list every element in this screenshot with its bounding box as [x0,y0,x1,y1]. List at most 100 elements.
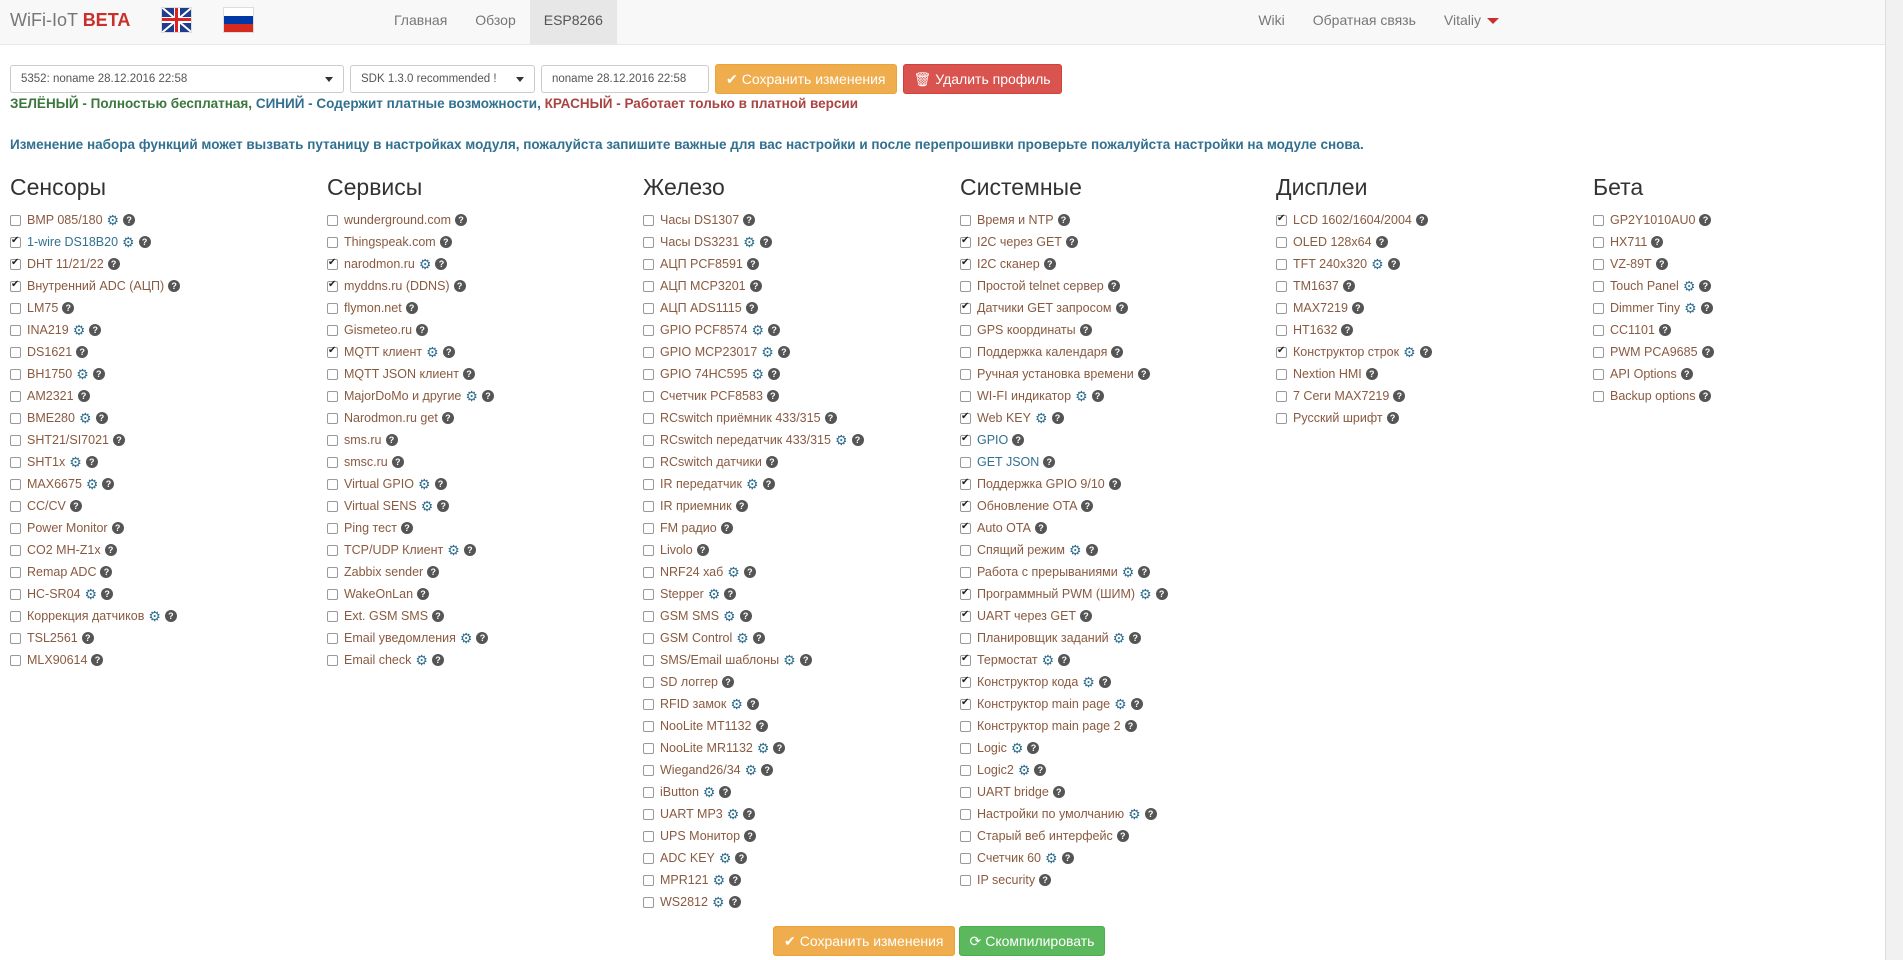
feature-item[interactable]: SD логгер? [643,671,953,693]
help-icon[interactable]: ? [138,236,151,248]
feature-item[interactable]: MLX90614? [10,649,320,671]
help-icon[interactable]: ? [1342,280,1355,292]
feature-checkbox[interactable] [327,478,338,490]
feature-label[interactable]: Wiegand26/34 [660,763,741,777]
help-icon[interactable]: ? [1699,390,1712,402]
feature-label[interactable]: MLX90614 [27,653,87,667]
feature-label[interactable]: Ping тест [344,521,397,535]
nav-overview[interactable]: Обзор [461,0,529,44]
help-icon[interactable]: ? [696,544,709,556]
feature-checkbox[interactable] [643,324,654,336]
feature-item[interactable]: sms.ru? [327,429,637,451]
feature-item[interactable]: IR приемник? [643,495,953,517]
help-icon[interactable]: ? [476,632,489,644]
feature-checkbox[interactable] [327,279,338,292]
help-icon[interactable]: ? [89,324,102,336]
feature-checkbox[interactable] [1593,302,1604,314]
feature-label[interactable]: Dimmer Tiny [1610,301,1680,315]
feature-checkbox[interactable] [327,390,338,402]
help-icon[interactable]: ? [1085,544,1098,556]
gear-icon[interactable]: ⚙ [86,477,99,491]
feature-label[interactable]: HX711 [1610,235,1647,249]
feature-label[interactable]: CO2 MH-Z1x [27,543,101,557]
gear-icon[interactable]: ⚙ [736,631,749,645]
feature-label[interactable]: MQTT JSON клиент [344,367,459,381]
feature-label[interactable]: narodmon.ru [344,257,415,271]
help-icon[interactable]: ? [1107,280,1120,292]
feature-label[interactable]: UART bridge [977,785,1049,799]
feature-checkbox[interactable] [643,236,654,248]
nav-feedback[interactable]: Обратная связь [1299,0,1430,44]
help-icon[interactable]: ? [1375,236,1388,248]
help-icon[interactable]: ? [739,610,752,622]
help-icon[interactable]: ? [1129,632,1142,644]
feature-checkbox[interactable] [960,653,971,666]
feature-label[interactable]: Livolo [660,543,693,557]
feature-label[interactable]: RCswitch приёмник 433/315 [660,411,821,425]
feature-label[interactable]: RFID замок [660,697,726,711]
feature-item[interactable]: Ping тест? [327,517,637,539]
feature-label[interactable]: RCswitch датчики [660,455,762,469]
feature-item[interactable]: GSM Control ⚙? [643,627,953,649]
feature-label[interactable]: myddns.ru (DDNS) [344,279,450,293]
feature-item[interactable]: MQTT JSON клиент? [327,363,637,385]
feature-checkbox[interactable] [1593,280,1604,292]
feature-checkbox[interactable] [960,786,971,798]
help-icon[interactable]: ? [95,412,108,424]
gear-icon[interactable]: ⚙ [708,587,721,601]
feature-label[interactable]: Настройки по умолчанию [977,807,1124,821]
feature-checkbox[interactable] [10,544,21,556]
help-icon[interactable]: ? [1043,258,1056,270]
feature-item[interactable]: Nextion HMI? [1276,363,1586,385]
feature-label[interactable]: Время и NTP [977,213,1054,227]
feature-label[interactable]: Часы DS3231 [660,235,739,249]
gear-icon[interactable]: ⚙ [835,433,848,447]
help-icon[interactable]: ? [100,566,113,578]
feature-label[interactable]: LM75 [27,301,58,315]
feature-checkbox[interactable] [1276,302,1287,314]
feature-label[interactable]: INA219 [27,323,69,337]
help-icon[interactable]: ? [765,456,778,468]
feature-label[interactable]: IR приемник [660,499,732,513]
feature-checkbox[interactable] [327,412,338,424]
feature-item[interactable]: DS1621? [10,341,320,363]
help-icon[interactable]: ? [1091,390,1104,402]
feature-item[interactable]: OLED 128x64? [1276,231,1586,253]
feature-label[interactable]: sms.ru [344,433,382,447]
feature-checkbox[interactable] [960,566,971,578]
feature-checkbox[interactable] [643,478,654,490]
help-icon[interactable]: ? [427,566,440,578]
feature-checkbox[interactable] [643,522,654,534]
help-icon[interactable]: ? [777,346,790,358]
feature-checkbox[interactable] [327,632,338,644]
feature-item[interactable]: Внутренний ADC (АЦП)? [10,275,320,297]
gear-icon[interactable]: ⚙ [1035,411,1048,425]
feature-item[interactable]: TSL2561? [10,627,320,649]
feature-checkbox[interactable] [10,235,21,248]
help-icon[interactable]: ? [417,588,430,600]
feature-checkbox[interactable] [10,478,21,490]
gear-icon[interactable]: ⚙ [719,851,732,865]
feature-label[interactable]: Email check [344,653,411,667]
feature-label[interactable]: SD логгер [660,675,718,689]
gear-icon[interactable]: ⚙ [1683,279,1696,293]
gear-icon[interactable]: ⚙ [426,345,439,359]
feature-label[interactable]: I2C сканер [977,257,1040,271]
feature-item[interactable]: SHT21/SI7021? [10,429,320,451]
feature-checkbox[interactable] [960,346,971,358]
feature-label[interactable]: MAX7219 [1293,301,1348,315]
feature-item[interactable]: Счетчик 60 ⚙? [960,847,1270,869]
help-icon[interactable]: ? [437,500,450,512]
feature-item[interactable]: Stepper ⚙? [643,583,953,605]
delete-profile-button[interactable]: 🗑 Удалить профиль [902,64,1062,94]
feature-checkbox[interactable] [960,764,971,776]
feature-label[interactable]: IP security [977,873,1035,887]
feature-checkbox[interactable] [10,368,21,380]
feature-item[interactable]: АЦП PCF8591? [643,253,953,275]
feature-checkbox[interactable] [327,500,338,512]
help-icon[interactable]: ? [728,896,741,908]
feature-label[interactable]: Конструктор main page [977,697,1110,711]
feature-label[interactable]: MQTT клиент [344,345,422,359]
feature-item[interactable]: Narodmon.ru get? [327,407,637,429]
feature-checkbox[interactable] [960,390,971,402]
